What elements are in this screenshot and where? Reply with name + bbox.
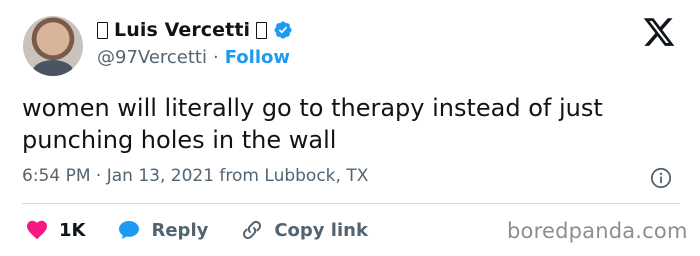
watermark: boredpanda.com [507, 219, 688, 243]
author-handle-row: @97Vercetti · Follow [97, 47, 290, 68]
tweet-text: women will literally go to therapy inste… [22, 94, 603, 154]
unknown-glyph-icon [256, 21, 268, 39]
unknown-glyph-icon [97, 21, 108, 39]
verified-badge-icon [274, 21, 292, 39]
x-logo-icon[interactable] [642, 15, 676, 49]
like-button[interactable]: 1K [25, 218, 85, 242]
avatar[interactable] [23, 16, 83, 76]
link-icon [243, 220, 262, 240]
follow-button[interactable]: Follow [225, 47, 290, 68]
author-name-row: Luis Vercetti [97, 17, 293, 43]
copy-link-button[interactable]: Copy link [240, 218, 368, 242]
author-display-name[interactable]: Luis Vercetti [114, 19, 250, 41]
tweet-actions: 1K Reply Copy link [25, 217, 368, 243]
reply-label: Reply [151, 219, 209, 241]
copy-link-label: Copy link [274, 219, 368, 241]
info-icon[interactable] [650, 167, 672, 189]
reply-bubble-icon [119, 221, 140, 239]
heart-icon [27, 220, 47, 240]
reply-button[interactable]: Reply [117, 218, 208, 242]
tweet-timestamp-location[interactable]: 6:54 PM · Jan 13, 2021 from Lubbock, TX [22, 166, 368, 186]
likes-count: 1K [59, 219, 86, 241]
author-handle[interactable]: @97Vercetti [97, 47, 207, 68]
divider [22, 203, 680, 204]
tweet-card: Luis Vercetti @97Vercetti · Follow women… [0, 0, 700, 256]
separator-dot: · [213, 47, 219, 68]
